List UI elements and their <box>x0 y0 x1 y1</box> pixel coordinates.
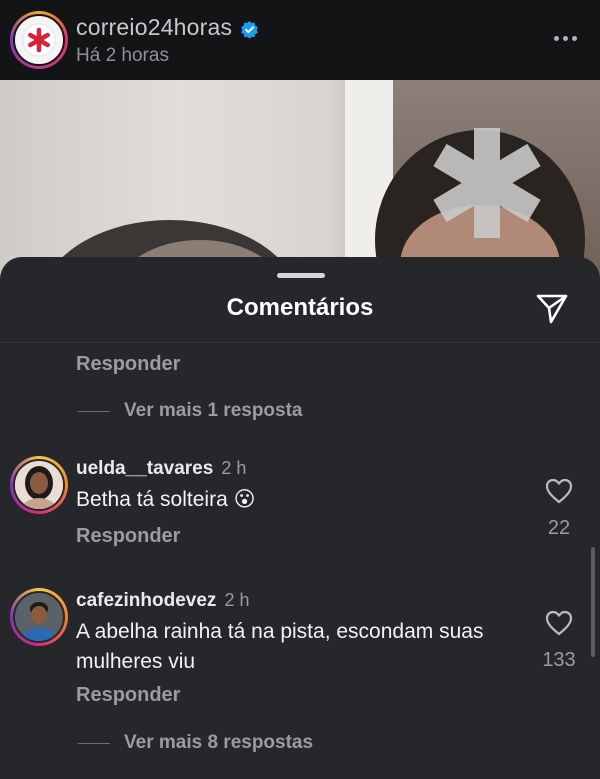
sheet-drag-handle[interactable] <box>277 273 325 278</box>
heart-icon[interactable] <box>545 610 573 636</box>
story-timestamp: Há 2 horas <box>76 45 169 66</box>
story-photo <box>0 80 600 280</box>
view-more-replies-button[interactable]: Ver mais 8 respostas <box>78 732 313 754</box>
commenter-avatar[interactable] <box>10 588 68 646</box>
comment-time: 2 h <box>224 590 250 610</box>
comment-time: 2 h <box>221 458 247 478</box>
instagram-story-comments: correio24horas Há 2 horas Comentários Re… <box>0 0 600 779</box>
comment-text-body: Betha tá solteira <box>76 488 228 511</box>
view-more-replies-label: Ver mais 1 resposta <box>124 400 303 421</box>
commenter-avatar[interactable] <box>10 456 68 514</box>
view-more-replies-label: Ver mais 8 respostas <box>124 732 314 753</box>
astonished-face-emoji: 😮 <box>233 488 256 511</box>
view-more-line <box>78 410 110 412</box>
sheet-divider <box>0 342 600 343</box>
comment-username[interactable]: uelda__tavares <box>76 458 213 480</box>
heart-icon[interactable] <box>545 478 573 504</box>
sheet-title: Comentários <box>226 294 374 321</box>
reply-button[interactable]: Responder <box>76 353 180 376</box>
comment-username-row: uelda__tavares 2 h <box>76 458 246 480</box>
send-icon[interactable] <box>534 290 570 326</box>
story-username[interactable]: correio24horas <box>76 14 232 41</box>
avatar-photo <box>13 459 65 511</box>
story-header: correio24horas Há 2 horas <box>0 0 600 80</box>
comment-text: Betha tá solteira 😮 <box>76 485 506 515</box>
more-options-icon[interactable] <box>554 28 580 48</box>
comment-username-row: cafezinhodevez 2 h <box>76 590 249 612</box>
profile-avatar[interactable] <box>10 11 68 69</box>
reply-button[interactable]: Responder <box>76 525 180 548</box>
like-count: 133 <box>542 649 576 671</box>
view-more-line <box>78 742 110 744</box>
story-username-row[interactable]: correio24horas <box>76 14 259 41</box>
comments-sheet: Comentários Responder Ver mais 1 respost… <box>0 257 600 779</box>
comment-username[interactable]: cafezinhodevez <box>76 590 216 612</box>
asterisk-logo-icon <box>13 14 65 66</box>
verified-badge-icon <box>240 18 259 39</box>
comment-text: A abelha rainha tá na pista, escondam su… <box>76 620 484 673</box>
scrollbar[interactable] <box>591 547 595 657</box>
view-more-replies-button[interactable]: Ver mais 1 resposta <box>78 400 303 422</box>
reply-button[interactable]: Responder <box>76 684 180 707</box>
like-count: 22 <box>547 517 571 539</box>
avatar-photo <box>13 591 65 643</box>
